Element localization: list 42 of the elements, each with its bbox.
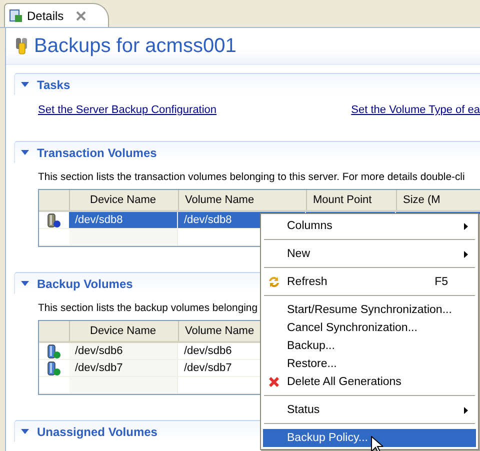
collapse-triangle-icon[interactable] xyxy=(21,429,29,434)
collapse-triangle-icon[interactable] xyxy=(21,281,29,286)
page-title: Backups for acmss001 xyxy=(34,34,236,58)
menu-item[interactable]: Backup Policy... xyxy=(263,429,476,447)
volume-icon xyxy=(47,360,61,376)
submenu-arrow-icon xyxy=(464,222,468,230)
menu-item[interactable]: New xyxy=(263,245,476,263)
collapse-triangle-icon[interactable] xyxy=(21,150,29,155)
section-title: Unassigned Volumes xyxy=(37,424,158,438)
refresh-icon xyxy=(267,275,281,289)
section-header[interactable]: Transaction Volumes xyxy=(14,141,480,163)
delete-icon xyxy=(267,375,281,389)
submenu-arrow-icon xyxy=(464,406,468,414)
backup-icon xyxy=(14,37,30,55)
submenu-arrow-icon xyxy=(464,250,468,258)
tab-label: Details xyxy=(27,8,64,22)
section-description: This section lists the transaction volumes belonging to this server. For more details double-cli xyxy=(38,172,465,183)
section-title: Tasks xyxy=(37,78,70,92)
volume-icon xyxy=(47,344,61,358)
task-link[interactable]: Set the Server Backup Configuration xyxy=(38,104,217,116)
menu-item[interactable]: Start/Resume Synchronization... xyxy=(263,301,476,319)
table-cell[interactable]: /dev/sdb7 xyxy=(69,360,178,377)
menu-item[interactable]: Status xyxy=(263,401,476,419)
shortcut-label: F5 xyxy=(434,276,448,288)
details-tab[interactable]: Details xyxy=(4,3,109,27)
close-icon[interactable] xyxy=(76,10,86,20)
volume-icon xyxy=(47,212,61,228)
section-title: Transaction Volumes xyxy=(37,146,157,160)
column-header[interactable]: Device Name xyxy=(69,190,178,210)
column-header[interactable]: Mount Point xyxy=(306,190,396,210)
section-title: Backup Volumes xyxy=(37,276,133,290)
section-header[interactable]: Tasks xyxy=(14,73,480,95)
table-cell[interactable]: /dev/sdb8 xyxy=(69,212,178,229)
section-description: This section lists the backup volumes belonging xyxy=(38,303,258,314)
column-header[interactable]: Device Name xyxy=(69,321,178,341)
table-cell[interactable]: /dev/sdb6 xyxy=(69,343,178,360)
details-icon xyxy=(9,8,23,22)
menu-item[interactable]: Refresh F5 xyxy=(263,273,476,291)
collapse-triangle-icon[interactable] xyxy=(21,82,29,87)
task-link[interactable]: Set the Volume Type of ea xyxy=(351,104,480,116)
column-header[interactable]: Volume Name xyxy=(178,190,306,210)
column-header[interactable]: Size (M xyxy=(396,190,480,210)
